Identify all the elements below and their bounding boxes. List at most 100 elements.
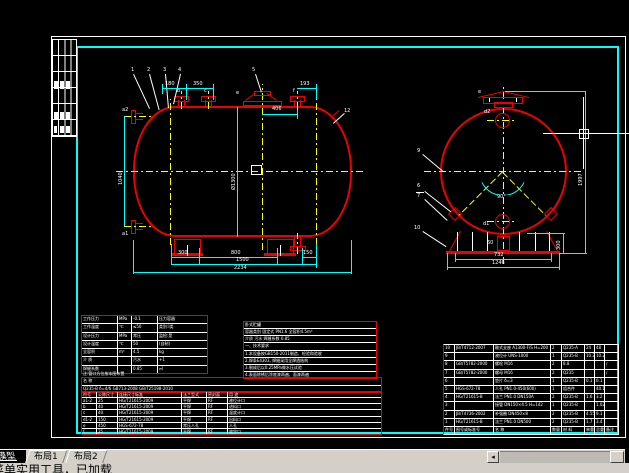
table-cell: +1 (159, 357, 165, 363)
table-cell: 1 (551, 353, 562, 361)
table-cell: HG/T21615-2009 (118, 410, 182, 416)
table-row: 介 质 污水 +1 (82, 357, 207, 366)
table-cell: JB/T4736-2002 (455, 410, 494, 418)
table-row: 8 GB/T5782-2000 螺栓 M16 2 8.8 ∕ (444, 361, 618, 370)
strip-mark (66, 81, 70, 89)
table-cell: RF (207, 428, 228, 434)
table-cell (605, 353, 618, 360)
table-cell: 2 (551, 345, 562, 353)
table-cell (605, 386, 618, 393)
table-cell: Q235-B (562, 410, 585, 418)
table-cell: 总重 (595, 426, 605, 434)
table-cell: e (82, 422, 97, 428)
table-cell: 5 (444, 385, 455, 394)
table-cell: 法兰型式 (182, 392, 207, 398)
layout-tab-bar: 模型 布局1 布局2 ◂ (0, 449, 625, 465)
table-row: 容器类别 固定式 PN1.6 全容积4.5m³ (244, 329, 376, 337)
table-cell: 1.本设备按GB150-2011制造、检验和验收 (245, 350, 322, 356)
table-cell: 螺栓 M16 (494, 361, 551, 369)
table-cell: 数量 (551, 426, 562, 434)
table-cell: 工作温度 (82, 324, 118, 332)
dim-ext (560, 253, 587, 254)
nozzle-d1-centerline (487, 221, 517, 222)
table-cell: 介 质 (82, 357, 118, 365)
dim-ext (162, 84, 163, 94)
dim-text-350: 350 (193, 81, 203, 87)
nozzle-label-c: c (204, 88, 207, 94)
table-cell: 2 (551, 394, 562, 402)
table-cell: HG/T21615-2009 (118, 398, 182, 404)
table-cell: 150 (97, 416, 118, 422)
table-cell: 放空口 (229, 428, 241, 434)
dim-text-1500: 1500 (236, 257, 249, 263)
table-cell (118, 357, 132, 365)
table-row: 7 GB/T5782-2000 螺母 M16 2 Q235 ∕ (444, 369, 618, 378)
dim-line (171, 257, 199, 258)
nozzle-label-f: f (293, 88, 295, 94)
table-cell: HG/T21615-2009 (118, 404, 182, 410)
scrollbar-track[interactable] (500, 451, 610, 463)
nameplate-symbol (251, 165, 262, 175)
table-cell: -0.1 (132, 316, 158, 324)
dim-ext (186, 84, 187, 100)
table-cell: 4.表面除锈后涂底漆两遍、面漆两遍 (245, 371, 309, 377)
table-cell: HG/T21615-B (455, 394, 494, 402)
nozzle-a1-stub (135, 229, 143, 230)
nozzle-table: 符号 公称尺寸 连接尺寸标准 法兰型式 密封面用 途 a1-2 25 HG/T21615-20… (81, 391, 382, 435)
table-row: 2 JB/T4736-2002 补强圈 DN450×8 2 Q235-B 4.55 9.1 (444, 410, 618, 419)
table-row: 件号 图号或标准号名 称数量材 料单重 总重 备注 (444, 426, 618, 434)
dim-ext (559, 253, 560, 270)
dim-ext (527, 233, 565, 234)
table-cell (585, 402, 595, 410)
nozzle-c-stub (205, 100, 206, 107)
parts-list-table: 10 JB/T4712-2007 鞍式支座 A1300-F/S H=200 2 Q235… (443, 344, 619, 435)
table-cell: 螺母 M16 (494, 369, 551, 377)
balloon-1: 1 (131, 67, 135, 73)
table-cell: 40 (97, 404, 118, 410)
table-cell: 8 (444, 361, 455, 369)
table-cell: 备注 (606, 426, 614, 432)
scrollbar-left-arrow[interactable]: ◂ (487, 451, 499, 463)
scrollbar-thumb[interactable] (610, 451, 624, 463)
command-line-bar[interactable]: 菜单实用工具，已加载 (0, 463, 629, 473)
dim-ext (277, 248, 278, 264)
tangent-centerline (170, 99, 171, 245)
table-cell (455, 353, 494, 361)
strip-mark (60, 126, 64, 133)
table-row: 全容积 m³ 4.5 kg (82, 349, 207, 358)
table-cell (595, 369, 605, 377)
dim-text-60: 60 (487, 240, 494, 246)
table-cell: 平焊 (182, 404, 207, 410)
dim-text-800: 800 (231, 250, 241, 256)
table-row: 设计压力 MPa 常压 监检:是 (82, 332, 207, 341)
table-cell: 压力容器 (159, 316, 175, 321)
table-row: 工作温度 ℃ ≤50 类别:Ⅰ类 (82, 324, 207, 333)
nozzle-a1-stub (135, 223, 143, 224)
dim-text-300e: 300 (556, 240, 562, 250)
table-cell (585, 385, 595, 394)
saddle-rib (457, 232, 458, 251)
table-cell (455, 377, 494, 385)
nozzle-a2-stub (135, 119, 143, 120)
nozzle-b-stub (178, 100, 179, 107)
nozzle-label-d1: d1 (483, 221, 490, 227)
table-cell: f (82, 428, 97, 434)
table-cell (605, 345, 618, 352)
drain-stub (294, 237, 295, 246)
table-cell: 进料口 (229, 404, 241, 410)
table-cell: Q235 (562, 369, 585, 377)
table-cell: 4.55 (585, 410, 595, 418)
dim-text-150: 150 (303, 250, 313, 256)
table-cell: 9 (444, 353, 455, 361)
table-cell: 常压 (132, 332, 158, 340)
table-cell: 0.1 (595, 377, 605, 385)
strip-mark (60, 112, 64, 120)
table-cell: 材 料 (562, 426, 585, 434)
table-cell: 2 (551, 418, 562, 426)
dim-ext (213, 84, 214, 100)
table-cell: 0.85 (132, 365, 158, 373)
table-cell: 2 (551, 410, 562, 418)
dim-ext (455, 253, 456, 262)
table-cell: b (82, 404, 97, 410)
saddle-rib (549, 232, 550, 251)
